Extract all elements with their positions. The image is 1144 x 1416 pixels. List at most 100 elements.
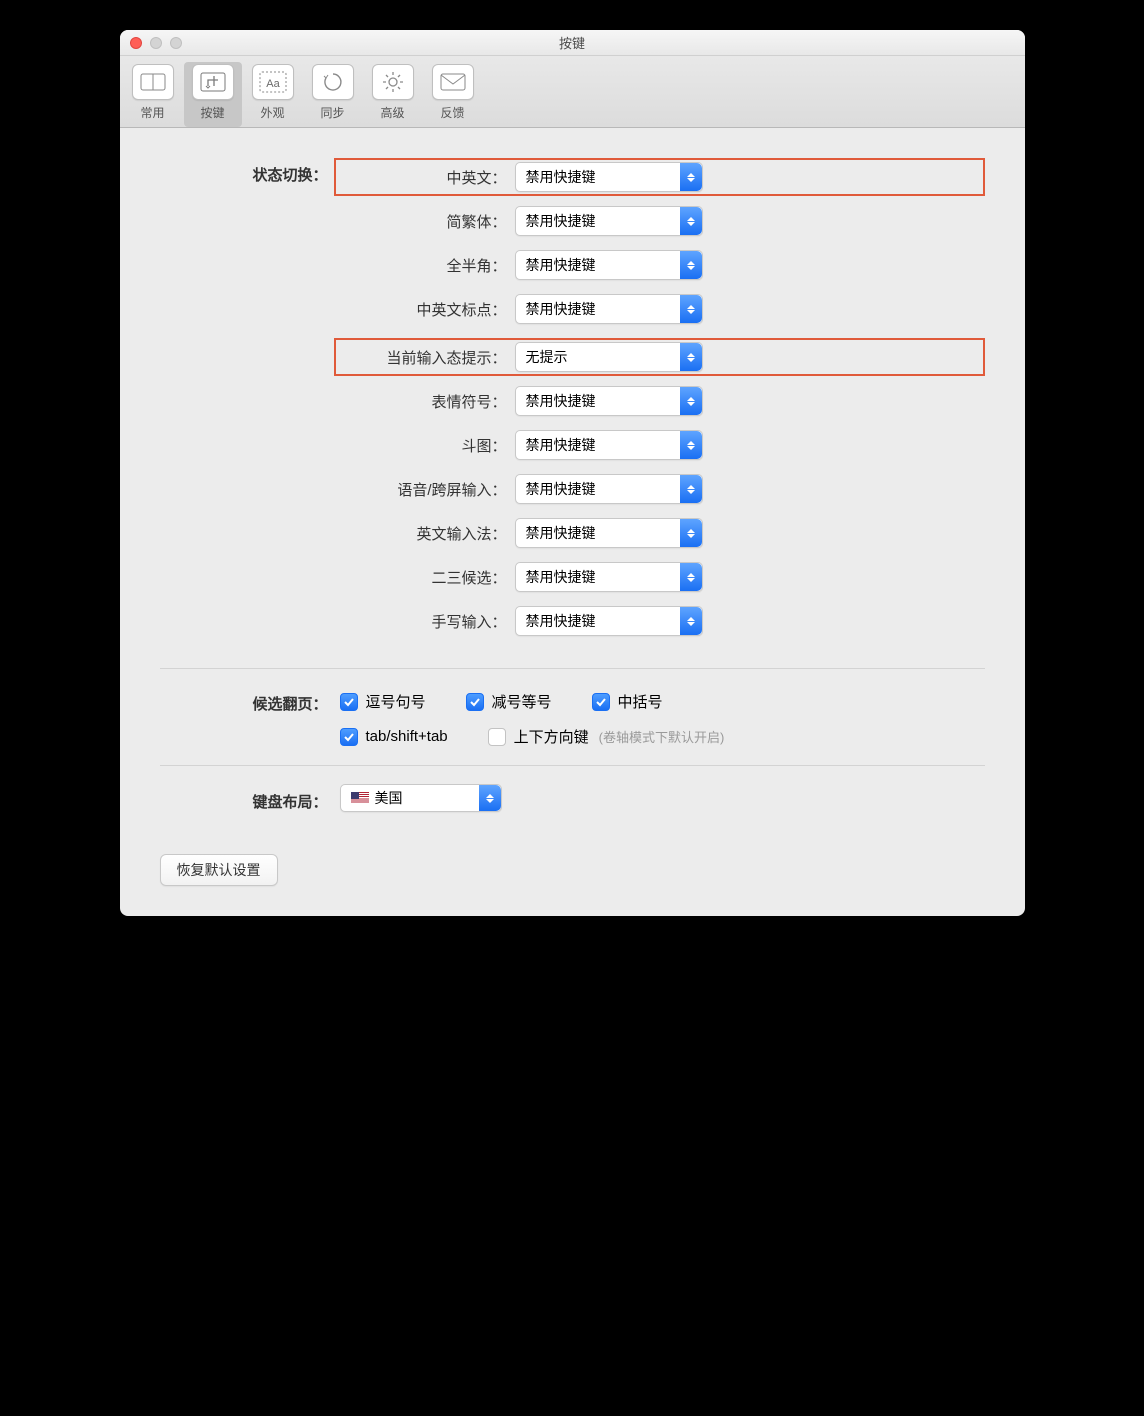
select-keyboard-layout[interactable]: 美国 (340, 784, 502, 812)
checkbox-label: tab/shift+tab (366, 728, 448, 745)
chevron-up-down-icon (680, 519, 702, 547)
select-value: 禁用快捷键 (526, 167, 596, 187)
chevron-up-down-icon (479, 785, 501, 811)
select-english-ime[interactable]: 禁用快捷键 (515, 518, 703, 548)
toolbar-label: 常用 (140, 104, 164, 121)
select-value: 禁用快捷键 (526, 611, 596, 631)
checkbox-comma-period[interactable]: 逗号句号 (340, 691, 426, 712)
row-english-ime: 英文输入法： 禁用快捷键 (340, 518, 985, 548)
row-candidates-23: 二三候选： 禁用快捷键 (340, 562, 985, 592)
select-value: 禁用快捷键 (526, 523, 596, 543)
toolbar-item-advanced[interactable]: 高级 (364, 62, 422, 127)
select-candidates-23[interactable]: 禁用快捷键 (515, 562, 703, 592)
page-select-body: 逗号句号 减号等号 中括号 tab/shift+tab (340, 687, 985, 747)
traffic-lights (130, 37, 182, 49)
preferences-window: 按键 常用 按键 Aa 外观 同步 (120, 30, 1025, 916)
select-handwriting[interactable]: 禁用快捷键 (515, 606, 703, 636)
select-emoji[interactable]: 禁用快捷键 (515, 386, 703, 416)
window-title: 按键 (559, 33, 585, 52)
select-value: 禁用快捷键 (526, 211, 596, 231)
close-button[interactable] (130, 37, 142, 49)
checkbox-brackets[interactable]: 中括号 (592, 691, 663, 712)
row-cn-en: 中英文： 禁用快捷键 (334, 158, 985, 196)
toolbar-item-general[interactable]: 常用 (124, 62, 182, 127)
section-label-state-switch: 状态切换： (160, 158, 340, 185)
row-handwriting: 手写输入： 禁用快捷键 (340, 606, 985, 636)
checkbox-tab[interactable]: tab/shift+tab (340, 728, 448, 746)
row-emoji: 表情符号： 禁用快捷键 (340, 386, 985, 416)
state-switch-body: 中英文： 禁用快捷键 简繁体： 禁用快捷键 全半角： (340, 158, 985, 650)
row-voice-cross: 语音/跨屏输入： 禁用快捷键 (340, 474, 985, 504)
toolbar-label: 反馈 (440, 104, 464, 121)
toolbar-item-keys[interactable]: 按键 (184, 62, 242, 127)
chevron-up-down-icon (680, 607, 702, 635)
chevron-up-down-icon (680, 251, 702, 279)
toolbar-label: 外观 (260, 104, 284, 121)
select-input-state-hint[interactable]: 无提示 (515, 342, 703, 372)
row-label: 斗图： (340, 435, 515, 456)
select-value: 无提示 (526, 347, 568, 367)
row-label: 当前输入态提示： (340, 347, 515, 368)
checkbox-arrows[interactable]: 上下方向键 (卷轴模式下默认开启) (488, 726, 725, 747)
row-label: 语音/跨屏输入： (340, 479, 515, 500)
section-label-page-select: 候选翻页： (160, 687, 340, 714)
select-value: 禁用快捷键 (526, 299, 596, 319)
checkbox-hint: (卷轴模式下默认开启) (599, 727, 725, 746)
select-simp-trad[interactable]: 禁用快捷键 (515, 206, 703, 236)
select-value: 禁用快捷键 (526, 567, 596, 587)
row-simp-trad: 简繁体： 禁用快捷键 (340, 206, 985, 236)
row-label: 简繁体： (340, 211, 515, 232)
chevron-up-down-icon (680, 207, 702, 235)
separator (160, 668, 985, 669)
select-value: 禁用快捷键 (526, 391, 596, 411)
checkbox-minus-equal[interactable]: 减号等号 (466, 691, 552, 712)
toolbar-item-appearance[interactable]: Aa 外观 (244, 62, 302, 127)
keys-icon (192, 64, 234, 100)
chevron-up-down-icon (680, 387, 702, 415)
chevron-up-down-icon (680, 163, 702, 191)
toolbar-label: 按键 (200, 104, 224, 121)
toolbar-item-sync[interactable]: 同步 (304, 62, 362, 127)
select-cn-en[interactable]: 禁用快捷键 (515, 162, 703, 192)
row-label: 二三候选： (340, 567, 515, 588)
sync-icon (312, 64, 354, 100)
checkbox-label: 中括号 (618, 691, 663, 712)
select-value: 禁用快捷键 (526, 435, 596, 455)
chevron-up-down-icon (680, 343, 702, 371)
row-label: 全半角： (340, 255, 515, 276)
chevron-up-down-icon (680, 295, 702, 323)
row-doutu: 斗图： 禁用快捷键 (340, 430, 985, 460)
select-value: 禁用快捷键 (526, 479, 596, 499)
select-full-half[interactable]: 禁用快捷键 (515, 250, 703, 280)
row-label: 中英文： (340, 167, 515, 188)
select-voice-cross[interactable]: 禁用快捷键 (515, 474, 703, 504)
row-punct: 中英文标点： 禁用快捷键 (340, 294, 985, 324)
section-label-keyboard-layout: 键盘布局： (160, 785, 340, 812)
checkbox-label: 逗号句号 (366, 691, 426, 712)
row-label: 表情符号： (340, 391, 515, 412)
row-label: 中英文标点： (340, 299, 515, 320)
svg-text:Aa: Aa (266, 78, 280, 90)
titlebar: 按键 (120, 30, 1025, 56)
select-value: 美国 (375, 788, 403, 808)
content: 状态切换： 中英文： 禁用快捷键 简繁体： 禁用快捷键 (120, 128, 1025, 916)
button-label: 恢复默认设置 (177, 860, 261, 880)
reset-defaults-button[interactable]: 恢复默认设置 (160, 854, 278, 886)
select-value: 禁用快捷键 (526, 255, 596, 275)
toolbar: 常用 按键 Aa 外观 同步 高级 (120, 56, 1025, 128)
toolbar-item-feedback[interactable]: 反馈 (424, 62, 482, 127)
select-doutu[interactable]: 禁用快捷键 (515, 430, 703, 460)
chevron-up-down-icon (680, 431, 702, 459)
row-label: 英文输入法： (340, 523, 515, 544)
row-full-half: 全半角： 禁用快捷键 (340, 250, 985, 280)
minimize-button[interactable] (150, 37, 162, 49)
us-flag-icon (351, 792, 369, 804)
general-icon (132, 64, 174, 100)
chevron-up-down-icon (680, 563, 702, 591)
select-punct[interactable]: 禁用快捷键 (515, 294, 703, 324)
zoom-button[interactable] (170, 37, 182, 49)
separator (160, 765, 985, 766)
checkbox-label: 上下方向键 (514, 726, 589, 747)
chevron-up-down-icon (680, 475, 702, 503)
appearance-icon: Aa (252, 64, 294, 100)
